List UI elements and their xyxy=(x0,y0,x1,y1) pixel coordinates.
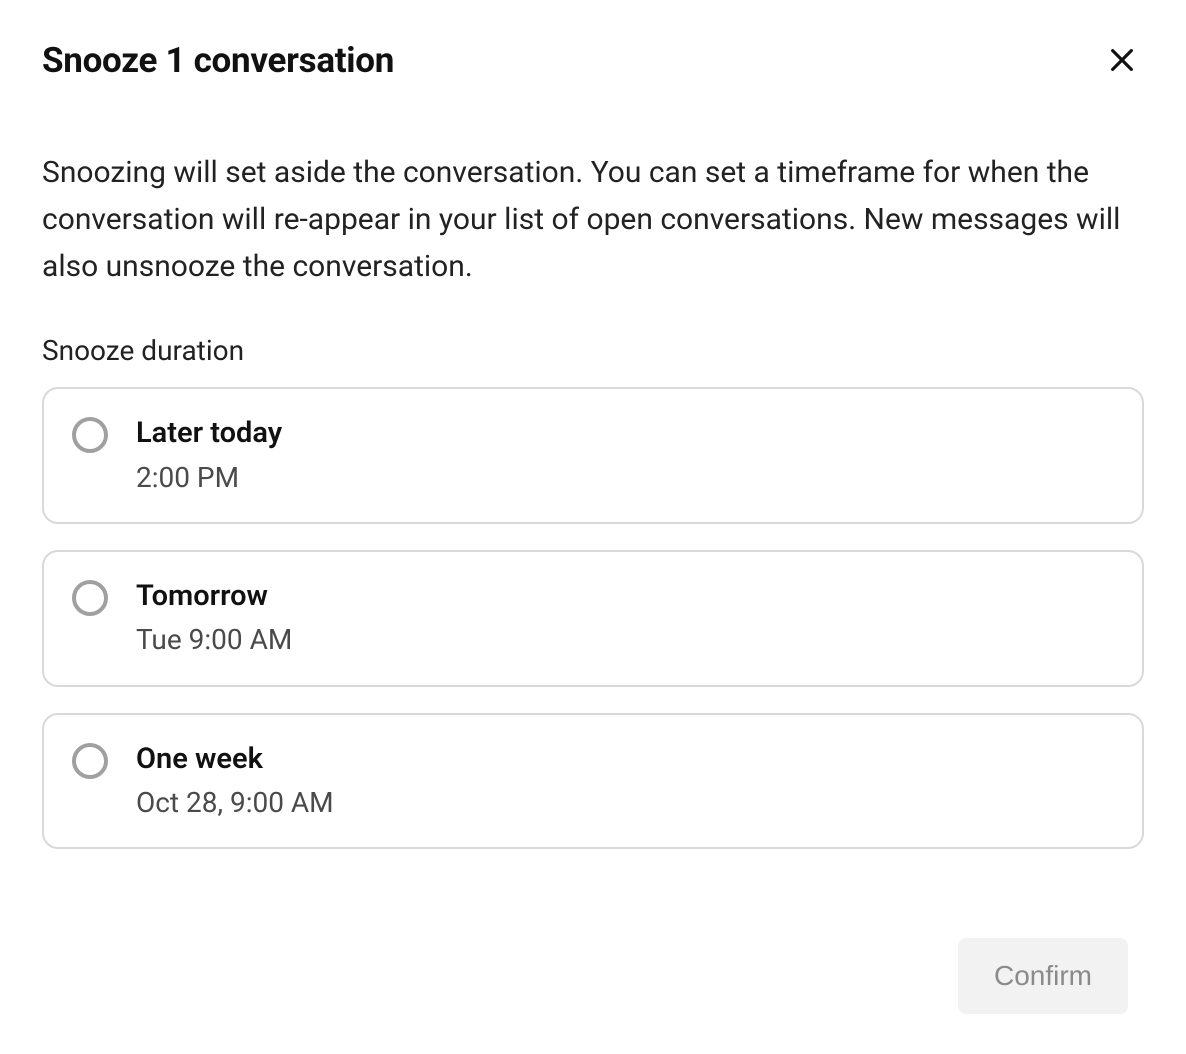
close-icon xyxy=(1106,44,1138,76)
option-text: Tomorrow Tue 9:00 AM xyxy=(136,578,292,659)
confirm-button[interactable]: Confirm xyxy=(958,938,1128,1014)
option-title: Later today xyxy=(136,415,282,451)
dialog-header: Snooze 1 conversation xyxy=(42,38,1144,82)
radio-icon xyxy=(72,743,108,779)
snooze-option-tomorrow[interactable]: Tomorrow Tue 9:00 AM xyxy=(42,550,1144,687)
snooze-option-one-week[interactable]: One week Oct 28, 9:00 AM xyxy=(42,713,1144,850)
dialog-title: Snooze 1 conversation xyxy=(42,40,394,81)
option-subtitle: 2:00 PM xyxy=(136,460,282,496)
radio-icon xyxy=(72,580,108,616)
option-title: Tomorrow xyxy=(136,578,292,614)
option-text: Later today 2:00 PM xyxy=(136,415,282,496)
snooze-options: Later today 2:00 PM Tomorrow Tue 9:00 AM… xyxy=(42,387,1144,849)
option-subtitle: Oct 28, 9:00 AM xyxy=(136,785,334,821)
close-button[interactable] xyxy=(1100,38,1144,82)
snooze-duration-label: Snooze duration xyxy=(42,334,1144,367)
option-subtitle: Tue 9:00 AM xyxy=(136,622,292,658)
snooze-option-later-today[interactable]: Later today 2:00 PM xyxy=(42,387,1144,524)
radio-icon xyxy=(72,417,108,453)
option-title: One week xyxy=(136,741,334,777)
option-text: One week Oct 28, 9:00 AM xyxy=(136,741,334,822)
dialog-description: Snoozing will set aside the conversation… xyxy=(42,150,1144,290)
dialog-footer: Confirm xyxy=(958,938,1128,1014)
